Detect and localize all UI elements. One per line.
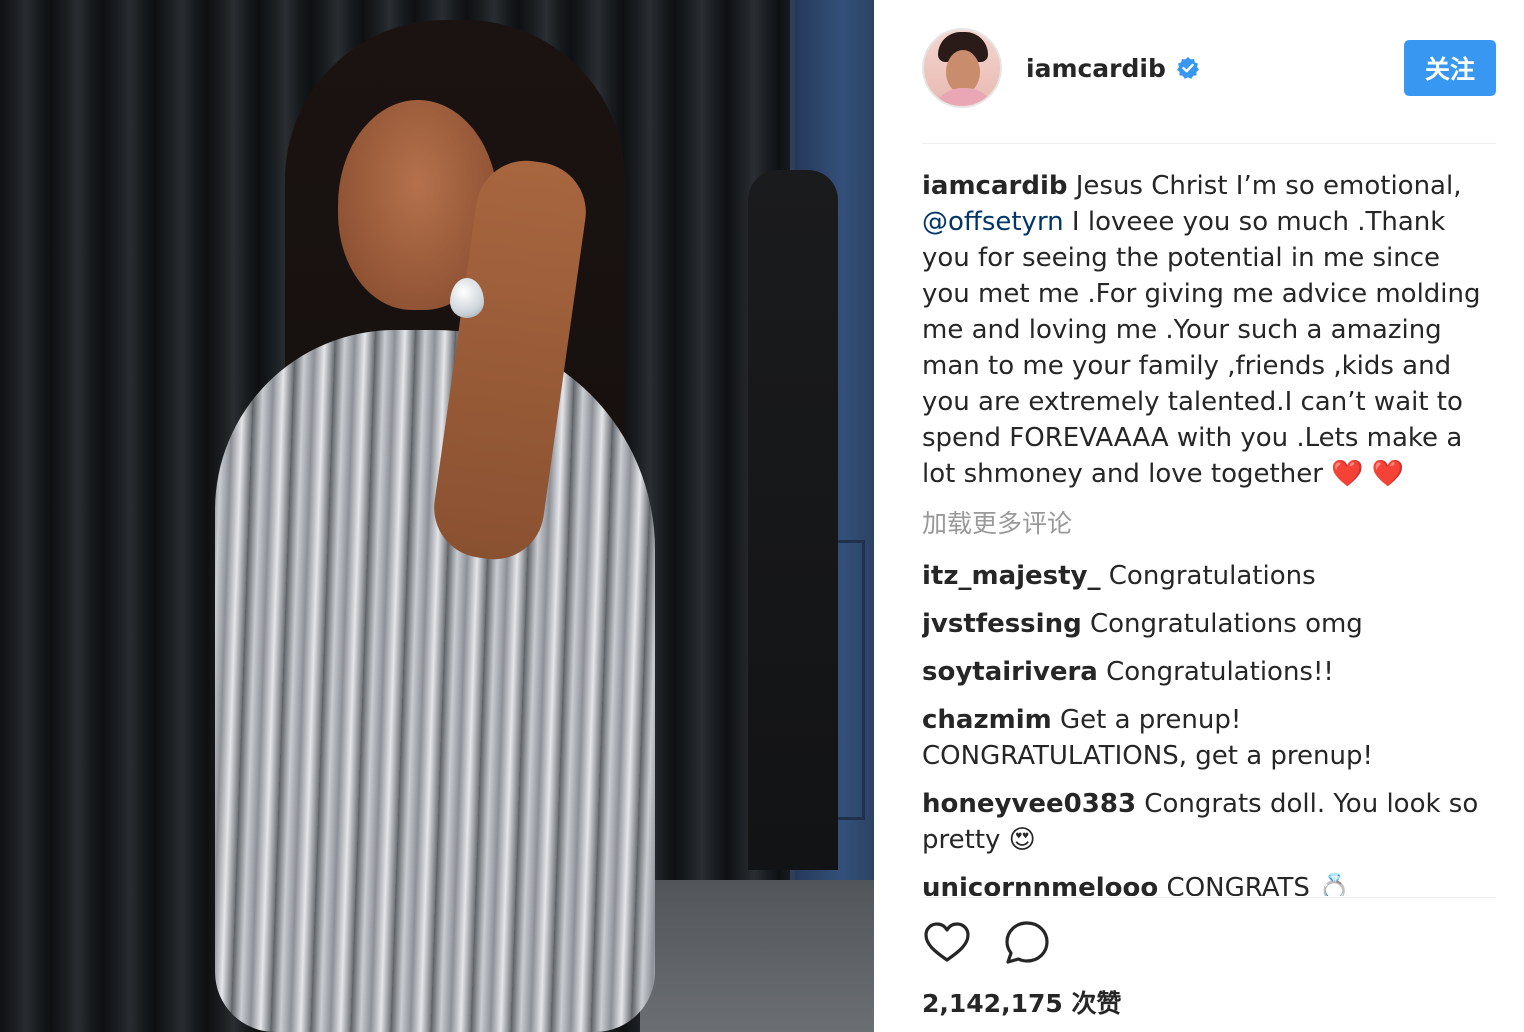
avatar[interactable] xyxy=(922,28,1002,108)
comment-item: honeyvee0383 Congrats doll. You look so … xyxy=(922,786,1496,858)
comment-text: Congratulations!! xyxy=(1097,657,1334,687)
caption-hearts: ❤️ ❤️ xyxy=(1331,459,1405,489)
post-sidebar: iamcardib 关注 iamcardib Jesus Christ I’m … xyxy=(874,0,1524,1032)
caption-username[interactable]: iamcardib xyxy=(922,171,1067,201)
floor xyxy=(640,880,874,1032)
comment-item: jvstfessing Congratulations omg xyxy=(922,606,1496,642)
comments-list[interactable]: iamcardib Jesus Christ I’m so emotional,… xyxy=(922,168,1496,896)
verified-badge-icon xyxy=(1176,56,1200,80)
engagement-ring xyxy=(450,278,484,318)
comment-username[interactable]: soytairivera xyxy=(922,657,1098,687)
silver-dress xyxy=(215,330,655,1032)
background-person xyxy=(748,170,838,870)
follow-button[interactable]: 关注 xyxy=(1404,40,1496,96)
comment-username[interactable]: unicornnmelooo xyxy=(922,873,1158,896)
comment-username[interactable]: itz_majesty_ xyxy=(922,561,1101,591)
comment-item: unicornnmelooo CONGRATS 💍 xyxy=(922,870,1496,896)
post-photo[interactable] xyxy=(0,0,874,1032)
comment-item: soytairivera Congratulations!! xyxy=(922,654,1496,690)
caption-text-before: Jesus Christ I’m so emotional, xyxy=(1067,171,1462,201)
speech-bubble-icon[interactable] xyxy=(1002,918,1052,968)
comment-username[interactable]: chazmim xyxy=(922,705,1052,735)
like-count[interactable]: 2,142,175 次赞 xyxy=(922,984,1121,1020)
caption-mention[interactable]: @offsetyrn xyxy=(922,207,1064,237)
caption-text-after: I loveee you so much .Thank you for seei… xyxy=(922,207,1481,489)
action-bar xyxy=(922,918,1052,968)
load-more-comments-link[interactable]: 加载更多评论 xyxy=(922,506,1496,542)
post-caption: iamcardib Jesus Christ I’m so emotional,… xyxy=(922,168,1496,492)
comment-text: CONGRATS 💍 xyxy=(1158,873,1351,896)
author-username[interactable]: iamcardib xyxy=(1026,54,1166,83)
comment-username[interactable]: honeyvee0383 xyxy=(922,789,1136,819)
comment-item: itz_majesty_ Congratulations xyxy=(922,558,1496,594)
heart-outline-icon[interactable] xyxy=(922,918,972,968)
comment-item: chazmim Get a prenup! CONGRATULATIONS, g… xyxy=(922,702,1496,774)
comment-text: Congratulations xyxy=(1100,561,1316,591)
post-header: iamcardib 关注 xyxy=(922,28,1496,108)
actions-divider xyxy=(922,897,1496,898)
comment-text: Congratulations omg xyxy=(1081,609,1363,639)
comment-username[interactable]: jvstfessing xyxy=(922,609,1082,639)
header-divider xyxy=(922,143,1496,144)
instagram-post: iamcardib 关注 iamcardib Jesus Christ I’m … xyxy=(0,0,1524,1032)
